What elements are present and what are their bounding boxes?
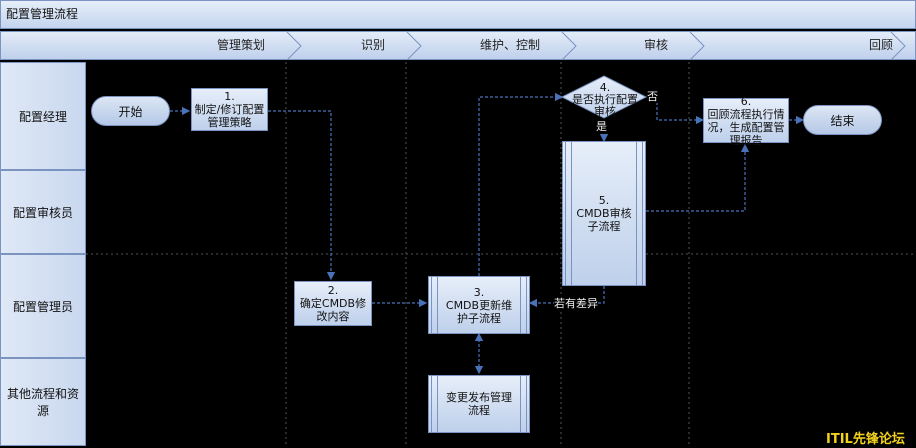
step-6-box: 6. 回顾流程执行情况，生成配置管理报告 (703, 94, 789, 147)
edge-label-yes: 是 (596, 120, 607, 133)
step-3-text: CMDB更新维护子流程 (445, 298, 513, 325)
change-release-process: 变更发布管理流程 (428, 375, 530, 433)
edge-label-diff: 若有差异 (554, 297, 598, 310)
watermark-text: ITIL先锋论坛 (826, 432, 905, 447)
step-2-text: 确定CMDB修改内容 (299, 297, 367, 323)
step-6-number: 6. (740, 94, 752, 108)
step-1-number: 1. (224, 90, 235, 103)
step-5-text: CMDB审核子流程 (576, 207, 632, 233)
end-node: 结束 (803, 105, 882, 135)
step-4-decision: 4. 是否执行配置审核 (570, 77, 640, 123)
step-1-box: 1. 制定/修订配置管理策略 (191, 88, 268, 131)
edge-label-no: 否 (647, 90, 658, 103)
step-1-text: 制定/修订配置管理策略 (194, 103, 265, 129)
step-2-box: 2. 确定CMDB修改内容 (294, 281, 372, 326)
start-node: 开始 (91, 96, 170, 126)
step-5-number: 5. (598, 194, 610, 207)
step-6-text: 回顾流程执行情况，生成配置管理报告 (707, 107, 785, 147)
step-5-subprocess: 5. CMDB审核子流程 (562, 141, 646, 286)
step-2-number: 2. (327, 284, 339, 297)
step-3-subprocess: 3. CMDB更新维护子流程 (428, 276, 530, 334)
step-4-text: 是否执行配置审核 (572, 93, 638, 118)
change-release-text: 变更发布管理流程 (446, 391, 512, 417)
step-3-number: 3. (473, 285, 485, 299)
